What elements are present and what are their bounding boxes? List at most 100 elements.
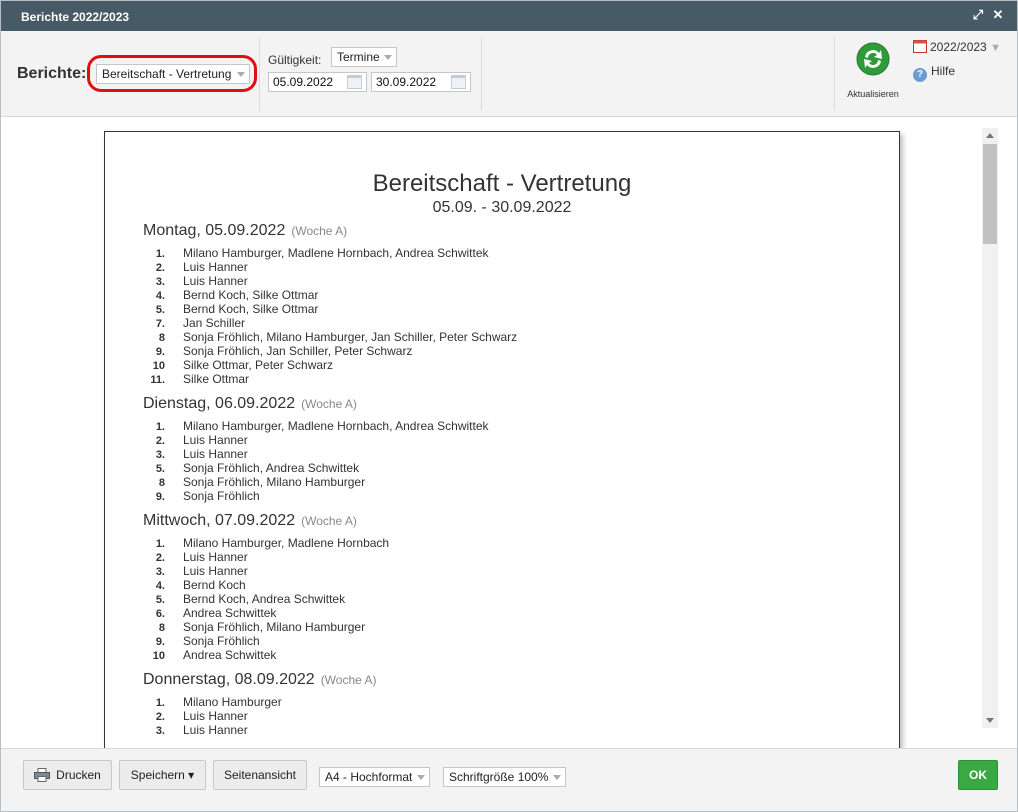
ok-label: OK: [969, 768, 987, 782]
teacher-names: Bernd Koch: [183, 578, 246, 592]
date-to-value: 30.09.2022: [376, 75, 437, 89]
period-number: 3.: [155, 449, 165, 461]
year-select[interactable]: 2022/2023 ▼: [913, 39, 1003, 55]
list-item: 9. Sonja Fröhlich: [143, 489, 489, 503]
page-format-select[interactable]: A4 - Hochformat: [319, 767, 430, 787]
list-item: 11. Silke Ottmar: [143, 372, 517, 386]
period-number: 8: [158, 622, 165, 634]
period-number: 5.: [155, 463, 165, 475]
report-select-value: Bereitschaft - Vertretung: [102, 67, 232, 81]
list-item: 4. Bernd Koch: [143, 578, 389, 592]
teacher-names: Sonja Fröhlich, Milano Hamburger: [183, 475, 366, 489]
expand-icon[interactable]: ⤢: [971, 8, 985, 22]
week-label: (Woche A): [301, 514, 357, 528]
berichte-label: Berichte:: [17, 65, 87, 82]
refresh-label: Aktualisieren: [847, 89, 899, 99]
ok-button[interactable]: OK: [958, 760, 998, 790]
list-item: 2. Luis Hanner: [143, 709, 377, 723]
list-item: 10 Silke Ottmar, Peter Schwarz: [143, 358, 517, 372]
footer-bar: Drucken Speichern ▾ Seitenansicht A4 - H…: [1, 748, 1017, 811]
print-label: Drucken: [56, 768, 101, 782]
day-heading-text: Dienstag, 06.09.2022: [143, 395, 296, 412]
refresh-icon: [856, 42, 890, 76]
day-heading: Donnerstag, 08.09.2022 (Woche A): [143, 671, 377, 695]
date-from-field[interactable]: 05.09.2022: [268, 72, 367, 92]
teacher-names: Luis Hanner: [183, 260, 248, 274]
list-item: 4. Bernd Koch, Silke Ottmar: [143, 288, 517, 302]
teacher-names: Milano Hamburger: [183, 695, 282, 709]
list-item: 3. Luis Hanner: [143, 447, 489, 461]
font-size-select[interactable]: Schriftgröße 100%: [443, 767, 566, 787]
period-number: 1.: [155, 421, 165, 433]
list-item: 8 Sonja Fröhlich, Milano Hamburger, Jan S…: [143, 330, 517, 344]
teacher-names: Silke Ottmar, Peter Schwarz: [183, 358, 334, 372]
teacher-names: Luis Hanner: [183, 433, 248, 447]
report-preview-area[interactable]: Bereitschaft - Vertretung 05.09. - 30.09…: [1, 118, 1017, 748]
help-label: Hilfe: [931, 64, 956, 78]
teacher-names: Bernd Koch, Silke Ottmar: [183, 288, 319, 302]
save-button[interactable]: Speichern ▾: [119, 760, 206, 790]
year-select-value: 2022/2023: [930, 40, 987, 54]
teacher-names: Luis Hanner: [183, 723, 248, 737]
gueltigkeit-select[interactable]: Termine: [331, 47, 397, 67]
teacher-names: Luis Hanner: [183, 274, 248, 288]
chevron-down-icon: ▼: [990, 42, 1001, 54]
page-view-button[interactable]: Seitenansicht: [213, 760, 307, 790]
window-titlebar: Berichte 2022/2023 ⤢ ✕: [1, 1, 1017, 31]
list-item: 1. Milano Hamburger, Madlene Hornbach, An…: [143, 419, 489, 433]
toolbar: Berichte: Bereitschaft - Vertretung Gült…: [1, 31, 1017, 117]
teacher-names: Milano Hamburger, Madlene Hornbach, Andr…: [183, 419, 489, 433]
date-to-field[interactable]: 30.09.2022: [371, 72, 471, 92]
report-title: Bereitschaft - Vertretung: [372, 170, 632, 197]
font-size-value: Schriftgröße 100%: [449, 770, 549, 784]
teacher-names: Jan Schiller: [183, 316, 246, 330]
scroll-up-arrow-icon[interactable]: [986, 133, 994, 138]
calendar-icon[interactable]: [347, 75, 362, 89]
period-number: 9.: [155, 491, 165, 503]
period-number: 9.: [155, 346, 165, 358]
day-section-thursday: Donnerstag, 08.09.2022 (Woche A) 1. Milano…: [143, 671, 377, 737]
list-item: 5. Bernd Koch, Andrea Schwittek: [143, 592, 389, 606]
day-heading: Montag, 05.09.2022 (Woche A): [143, 222, 517, 246]
period-number: 11.: [150, 374, 165, 386]
teacher-names: Andrea Schwittek: [183, 606, 277, 620]
refresh-button[interactable]: Aktualisieren: [843, 41, 903, 101]
period-number: 5.: [155, 594, 165, 606]
vertical-scrollbar[interactable]: [982, 128, 998, 728]
toolbar-divider: [259, 37, 260, 111]
report-subtitle: 05.09. - 30.09.2022: [432, 199, 572, 216]
list-item: 1. Milano Hamburger, Madlene Hornbach: [143, 536, 389, 550]
list-item: 5. Bernd Koch, Silke Ottmar: [143, 302, 517, 316]
teacher-names: Silke Ottmar: [183, 372, 250, 386]
list-item: 1. Milano Hamburger: [143, 695, 377, 709]
teacher-names: Sonja Fröhlich: [183, 634, 260, 648]
day-heading-text: Donnerstag, 08.09.2022: [143, 671, 315, 688]
period-number: 9.: [155, 636, 165, 648]
report-page: Bereitschaft - Vertretung 05.09. - 30.09…: [104, 131, 900, 748]
period-number: 8: [158, 332, 165, 344]
period-number: 1.: [155, 538, 165, 550]
period-number: 2.: [155, 711, 165, 723]
print-button[interactable]: Drucken: [23, 760, 112, 790]
period-number: 5.: [155, 304, 165, 316]
calendar-icon[interactable]: [451, 75, 466, 89]
day-section-tuesday: Dienstag, 06.09.2022 (Woche A) 1. Milano H…: [143, 395, 489, 503]
period-number: 3.: [155, 725, 165, 737]
report-select[interactable]: Bereitschaft - Vertretung: [96, 64, 250, 84]
scrollbar-thumb[interactable]: [983, 144, 997, 244]
help-link[interactable]: ? Hilfe: [913, 64, 955, 82]
scroll-down-arrow-icon[interactable]: [986, 718, 994, 723]
list-item: 9. Sonja Fröhlich, Jan Schiller, Peter Sc…: [143, 344, 517, 358]
period-number: 6.: [155, 608, 165, 620]
period-number: 2.: [155, 262, 165, 274]
teacher-names: Bernd Koch, Andrea Schwittek: [183, 592, 346, 606]
day-section-wednesday: Mittwoch, 07.09.2022 (Woche A) 1. Milano H…: [143, 512, 389, 662]
period-number: 2.: [155, 435, 165, 447]
list-item: 10 Andrea Schwittek: [143, 648, 389, 662]
list-item: 3. Luis Hanner: [143, 274, 517, 288]
date-from-value: 05.09.2022: [273, 75, 334, 89]
week-label: (Woche A): [320, 673, 377, 687]
day-heading-text: Montag, 05.09.2022: [143, 222, 286, 239]
close-icon[interactable]: ✕: [991, 8, 1005, 22]
list-item: 2. Luis Hanner: [143, 433, 489, 447]
